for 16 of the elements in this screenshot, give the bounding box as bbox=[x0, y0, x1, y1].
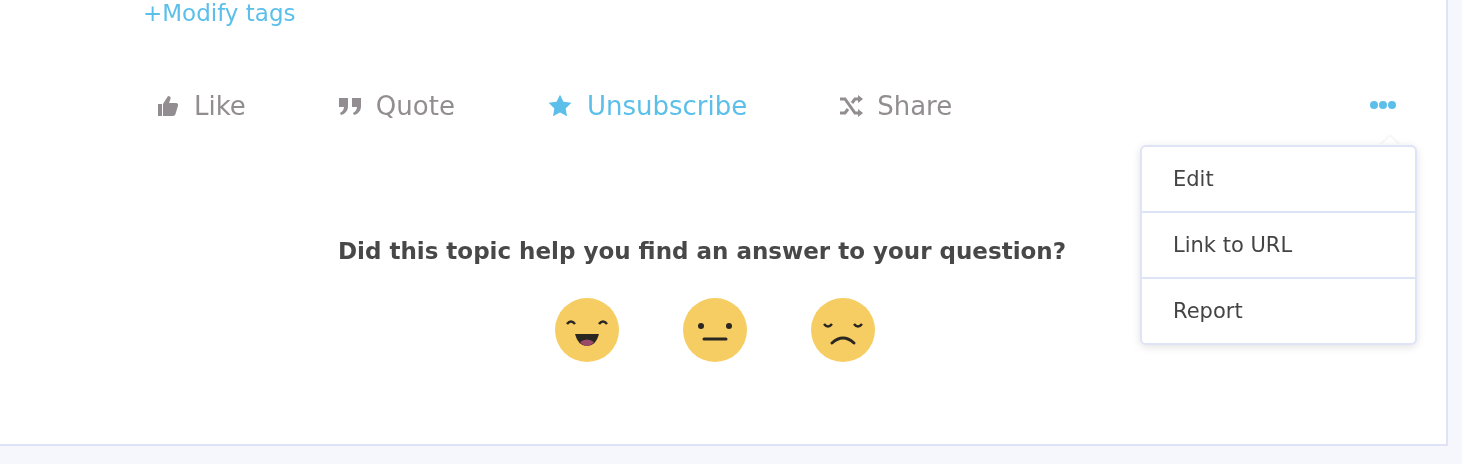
shuffle-icon bbox=[839, 95, 864, 117]
quote-button[interactable]: Quote bbox=[337, 91, 455, 121]
feedback-question: Did this topic help you find an answer to your question? bbox=[337, 238, 1067, 264]
menu-item[interactable]: Report bbox=[1142, 279, 1415, 343]
subscribe-button[interactable]: Unsubscribe bbox=[546, 91, 748, 121]
star-icon bbox=[546, 93, 573, 119]
menu-item[interactable]: Link to URL bbox=[1142, 213, 1415, 277]
quote-icon bbox=[337, 95, 362, 117]
neutral-face-icon[interactable] bbox=[683, 298, 747, 362]
thumbs-up-icon bbox=[156, 94, 180, 118]
menu-item[interactable]: Edit bbox=[1142, 147, 1415, 211]
share-button[interactable]: Share bbox=[839, 91, 953, 121]
modify-tags-link[interactable]: +Modify tags bbox=[143, 0, 296, 26]
sad-face-icon[interactable] bbox=[811, 298, 875, 362]
happy-face-icon[interactable] bbox=[555, 298, 619, 362]
like-button[interactable]: Like bbox=[156, 91, 246, 121]
